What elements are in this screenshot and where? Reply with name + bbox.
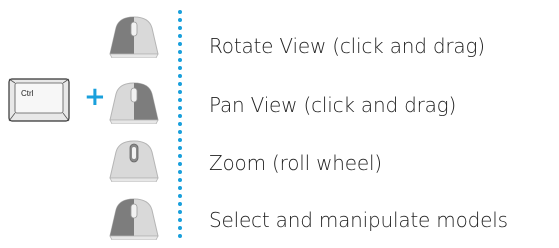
mouse-left-button-icon — [109, 198, 159, 240]
mouse-wheel-icon — [109, 140, 159, 182]
dotted-divider — [178, 10, 182, 246]
plus-sign: + — [84, 82, 106, 112]
pan-view-label: Pan View (click and drag) — [209, 93, 457, 117]
ctrl-key-icon — [8, 78, 70, 122]
mouse-left-button-icon — [109, 16, 159, 58]
select-manipulate-label: Select and manipulate models — [209, 208, 508, 232]
ctrl-key-label: Ctrl — [21, 89, 34, 98]
mouse-right-button-icon — [109, 82, 159, 124]
zoom-label: Zoom (roll wheel) — [209, 151, 382, 175]
rotate-view-label: Rotate View (click and drag) — [209, 34, 485, 58]
